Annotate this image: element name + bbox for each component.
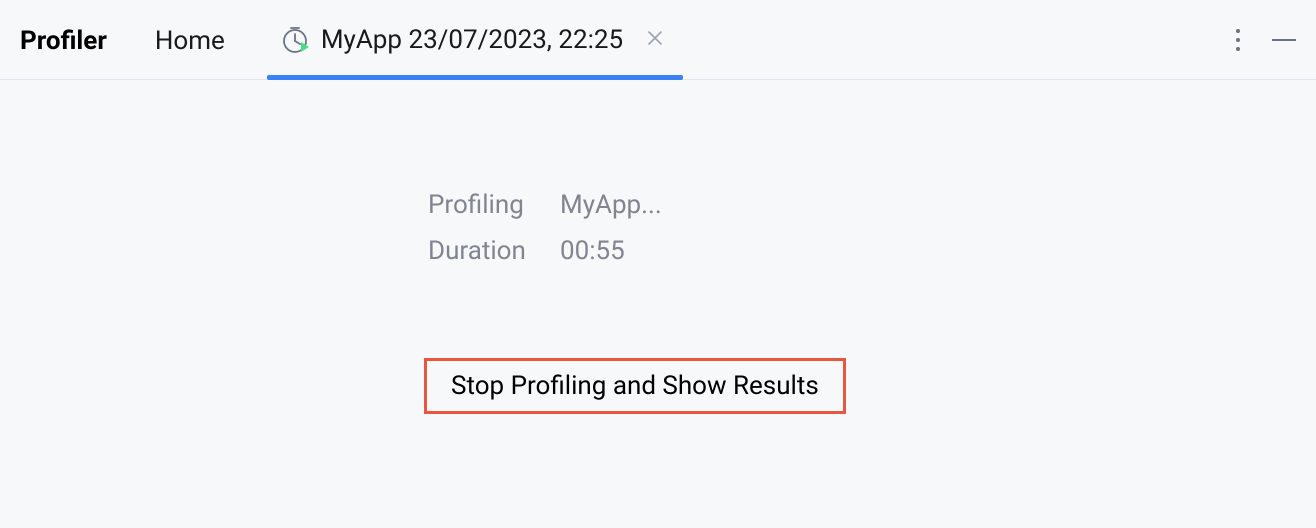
header-bar: Profiler Home MyApp 23/07/2023, 22:25 xyxy=(0,0,1316,80)
tool-title: Profiler xyxy=(20,24,107,56)
tab-active-session[interactable]: MyApp 23/07/2023, 22:25 xyxy=(273,0,677,79)
profiling-label: Profiling xyxy=(428,190,560,220)
more-options-icon[interactable] xyxy=(1232,25,1244,55)
duration-value: 00:55 xyxy=(560,236,625,266)
header-actions xyxy=(1232,25,1296,55)
duration-row: Duration 00:55 xyxy=(428,236,625,266)
stop-profiling-button[interactable]: Stop Profiling and Show Results xyxy=(424,358,846,414)
close-tab-icon[interactable] xyxy=(641,25,669,54)
profiling-row: Profiling MyApp... xyxy=(428,190,662,220)
main-content: Profiling MyApp... Duration 00:55 Stop P… xyxy=(0,80,1316,414)
tab-label: MyApp 23/07/2023, 22:25 xyxy=(321,25,623,55)
minimize-icon[interactable] xyxy=(1272,39,1296,41)
profiling-value: MyApp... xyxy=(560,190,662,220)
duration-label: Duration xyxy=(428,236,560,266)
profiler-clock-icon xyxy=(281,25,311,55)
tab-home[interactable]: Home xyxy=(155,24,225,56)
